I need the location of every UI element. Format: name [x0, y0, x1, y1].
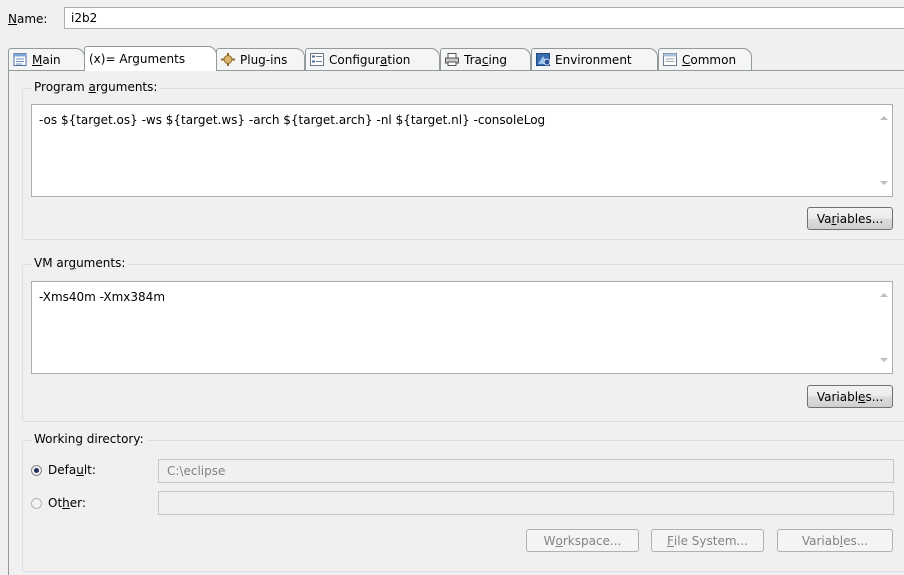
- name-label: Name:: [8, 12, 48, 26]
- file-system-button[interactable]: File System...: [651, 529, 764, 552]
- tab-environment-label: Environment: [555, 52, 632, 67]
- other-directory-field: [158, 491, 894, 515]
- working-directory-group: Working directory: Default: C:\eclipse O…: [22, 432, 904, 572]
- vm-arguments-title: VM arguments:: [31, 256, 129, 270]
- tab-bar: Main (x)= Arguments Plug-ins Configurati…: [8, 46, 904, 71]
- tab-tracing-label: Tracing: [464, 52, 508, 67]
- name-field[interactable]: i2b2: [64, 7, 904, 29]
- configuration-tab-icon: [310, 53, 325, 66]
- default-radio-row[interactable]: Default:: [31, 463, 96, 477]
- tab-plug-ins-label: Plug-ins: [240, 52, 288, 67]
- other-radio[interactable]: [31, 497, 42, 509]
- default-radio-label: Default:: [48, 463, 96, 477]
- working-variables-button[interactable]: Variab l es...: [777, 529, 893, 552]
- vm-arguments-text: -Xms40m -Xmx384m: [39, 290, 166, 304]
- program-variables-button[interactable]: Va r iables...: [807, 207, 893, 230]
- main-tab-icon: [13, 53, 28, 66]
- tab-common-label: Common: [682, 52, 737, 67]
- tab-arguments-label: (x)= Arguments: [89, 52, 186, 66]
- scroll-down-icon[interactable]: [880, 181, 888, 185]
- scroll-up-icon[interactable]: [880, 293, 888, 297]
- vm-arguments-group: VM arguments: -Xms40m -Xmx384m Variabl e s…: [22, 256, 904, 422]
- tab-environment[interactable]: Environment: [531, 48, 658, 70]
- tab-common[interactable]: Common: [658, 48, 752, 70]
- common-tab-icon: [663, 53, 678, 66]
- working-directory-title: Working directory:: [31, 432, 147, 446]
- scroll-up-icon[interactable]: [880, 116, 888, 120]
- tab-arguments[interactable]: (x)= Arguments: [84, 46, 217, 71]
- default-directory-field: C:\eclipse: [158, 459, 894, 483]
- vm-arguments-textarea[interactable]: -Xms40m -Xmx384m: [31, 281, 893, 374]
- tracing-tab-icon: [445, 53, 460, 66]
- scroll-down-icon[interactable]: [880, 358, 888, 362]
- tab-main-label: Main: [32, 52, 61, 67]
- workspace-button[interactable]: Wo rkspace...: [526, 529, 639, 552]
- tab-main[interactable]: Main: [8, 48, 85, 70]
- other-radio-label: Other:: [48, 496, 86, 510]
- program-arguments-textarea[interactable]: -os ${target.os} -ws ${target.ws} -arch …: [31, 104, 893, 197]
- tab-tracing[interactable]: Tracing: [440, 48, 531, 70]
- program-arguments-title: Program arguments:: [31, 80, 161, 94]
- environment-tab-icon: [536, 53, 551, 66]
- other-radio-row[interactable]: Other:: [31, 496, 86, 510]
- program-arguments-scrollbar[interactable]: [875, 105, 892, 196]
- tab-configuration[interactable]: Configuration: [305, 48, 440, 70]
- program-arguments-group: Program arguments: -os ${target.os} -ws …: [22, 80, 904, 240]
- program-arguments-text: -os ${target.os} -ws ${target.ws} -arch …: [39, 113, 546, 127]
- tab-plug-ins[interactable]: Plug-ins: [216, 48, 305, 70]
- default-radio[interactable]: [31, 464, 42, 476]
- plugins-tab-icon: [221, 53, 236, 66]
- tab-configuration-label: Configuration: [329, 52, 411, 67]
- vm-variables-button[interactable]: Variabl e s...: [807, 385, 893, 408]
- vm-arguments-scrollbar[interactable]: [875, 282, 892, 373]
